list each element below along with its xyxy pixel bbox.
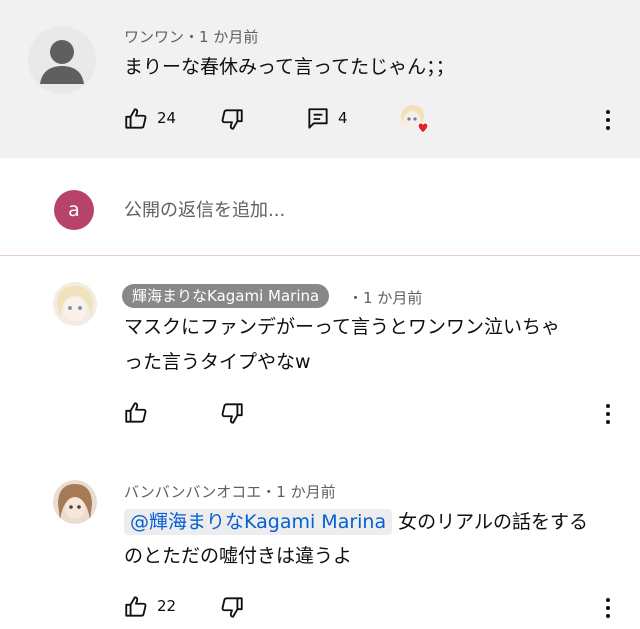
highlighted-comment: ワンワン・1 か月前 まりーな春休みって言ってたじゃん；； 24 4 [0,0,640,158]
user-avatar: a [54,190,94,230]
comment-time[interactable]: 1 か月前 [199,28,258,46]
dislike-icon[interactable] [219,594,245,620]
more-icon[interactable] [605,404,611,428]
mention-link[interactable]: @輝海まりなKagami Marina [124,509,393,535]
reply-author-avatar[interactable] [53,480,97,524]
reply-meta: バンバンバンオコエ・1 か月前 [124,481,336,502]
reply-input[interactable]: 公開の返信を追加... [124,196,285,222]
like-icon[interactable] [123,106,149,132]
reply-text-line: マスクにファンデがーって言うとワンワン泣いちゃ [124,316,561,338]
reply-text: 女のリアルの話をする [398,511,588,533]
like-count: 24 [157,109,177,127]
separator: ・ [184,28,200,46]
comment-author[interactable]: ワンワン [124,28,184,46]
reply-time[interactable]: 1 か月前 [276,483,335,501]
dislike-icon[interactable] [219,106,245,132]
more-icon[interactable] [605,110,611,134]
separator: ・ [261,483,277,501]
reply-text-line: った言うタイプやなw [124,351,311,373]
creator-badge[interactable]: 輝海まりなKagami Marina [122,284,330,308]
reply-author-avatar[interactable] [53,282,97,326]
default-avatar-icon[interactable] [28,26,96,94]
dislike-icon[interactable] [219,400,245,426]
reply-text-line: のとただの嘘付きは違うよ [124,545,353,567]
like-icon[interactable] [123,400,149,426]
reply-time[interactable]: 1 か月前 [363,289,422,307]
reply-box [0,158,640,256]
reply-text-line: @輝海まりなKagami Marina 女のリアルの話をする [124,505,588,539]
like-count: 22 [157,597,177,615]
reply-icon[interactable] [305,106,331,132]
reply-count: 4 [338,109,348,127]
reply-author[interactable]: バンバンバンオコエ [124,483,261,501]
comment-meta: ワンワン・1 か月前 [124,26,258,47]
more-icon[interactable] [605,598,611,622]
reply-meta: ・1 か月前 [348,287,422,308]
comment-text: まりーな春休みって言ってたじゃん；； [124,56,455,78]
like-icon[interactable] [123,594,149,620]
separator: ・ [348,289,364,307]
creator-heart-icon [398,104,432,138]
